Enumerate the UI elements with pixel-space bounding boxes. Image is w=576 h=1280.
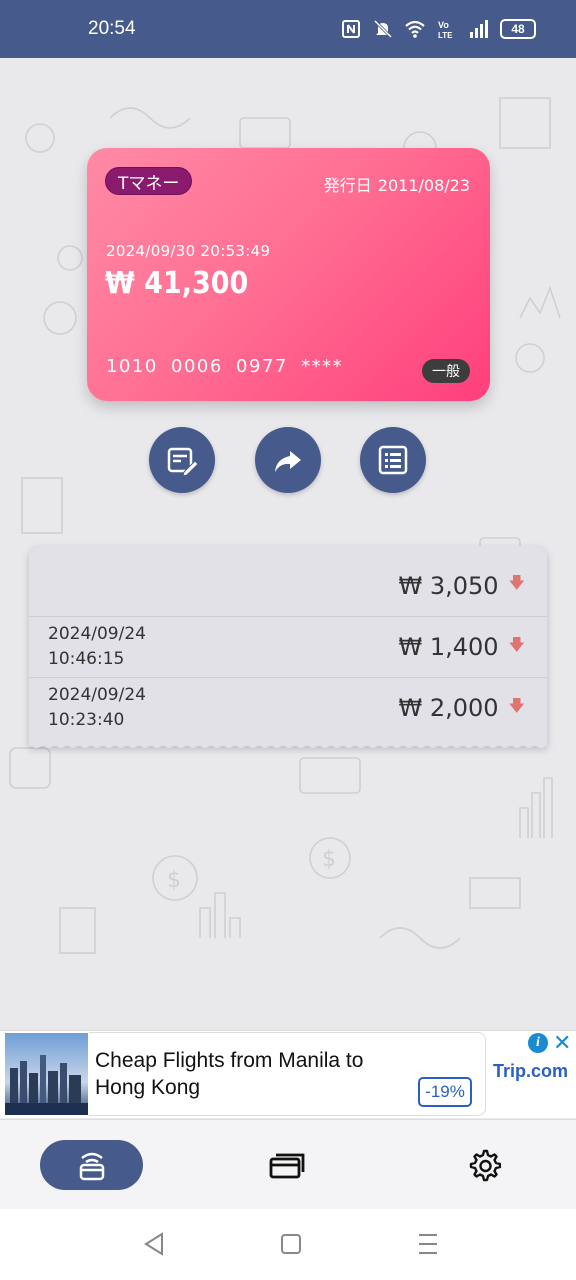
history-row[interactable]: ₩ 3,050 🡇 bbox=[29, 555, 547, 616]
row-amount-value: ₩ 2,000 bbox=[398, 694, 499, 722]
arrow-down-icon: 🡇 bbox=[508, 573, 525, 592]
back-icon[interactable] bbox=[142, 1231, 166, 1257]
menu-icon[interactable] bbox=[417, 1231, 439, 1257]
ad-discount-badge: -19% bbox=[418, 1077, 472, 1107]
edit-note-icon bbox=[167, 447, 199, 477]
bottom-nav bbox=[0, 1119, 576, 1209]
row-date-value: 2024/09/24 bbox=[48, 685, 146, 705]
row-amount: ₩ 3,050 🡇 bbox=[398, 572, 525, 600]
tmoney-card[interactable]: Tマネー 発行日 2011/08/23 2024/09/30 20:53:49 ₩… bbox=[87, 148, 490, 401]
battery-icon: 48 bbox=[500, 19, 536, 39]
row-amount: ₩ 1,400 🡇 bbox=[398, 633, 525, 661]
ad-info-icon[interactable]: i bbox=[528, 1033, 548, 1053]
ad-image[interactable] bbox=[5, 1033, 88, 1115]
list-icon bbox=[378, 445, 408, 475]
ad-close-icon[interactable]: ✕ bbox=[553, 1031, 571, 1056]
history-list-button[interactable] bbox=[360, 427, 426, 493]
issue-label: 発行日 bbox=[323, 176, 372, 195]
mute-icon bbox=[373, 19, 393, 39]
row-amount-value: ₩ 3,050 bbox=[398, 571, 499, 600]
card-balance: ₩ 41,300 bbox=[105, 266, 249, 301]
system-nav-bar bbox=[0, 1209, 576, 1280]
home-icon[interactable] bbox=[280, 1231, 302, 1257]
card-reader-icon bbox=[79, 1152, 104, 1181]
row-date: 2024/09/24 10:46:15 bbox=[48, 622, 146, 672]
ad-banner[interactable]: Cheap Flights from Manila to Hong Kong -… bbox=[0, 1030, 576, 1118]
row-amount: ₩ 2,000 🡇 bbox=[398, 694, 525, 722]
status-time: 20:54 bbox=[88, 18, 136, 39]
history-row[interactable]: 2024/09/24 10:23:40 ₩ 2,000 🡇 bbox=[29, 677, 547, 738]
volte-icon: VoLTE bbox=[438, 20, 453, 40]
card-grade-badge: 一般 bbox=[422, 359, 470, 383]
svg-text:LTE: LTE bbox=[438, 31, 453, 40]
edit-button[interactable] bbox=[149, 427, 215, 493]
row-date: 2024/09/24 10:23:40 bbox=[48, 683, 146, 733]
share-arrow-icon bbox=[275, 451, 301, 472]
gear-icon bbox=[469, 1149, 501, 1182]
card-number: 1010 0006 0977 **** bbox=[106, 356, 344, 377]
nfc-icon bbox=[342, 20, 360, 38]
status-bar: 20:54 Vo LTE 48 bbox=[0, 0, 576, 58]
svg-text:Vo: Vo bbox=[438, 20, 449, 30]
card-issue-date: 発行日 2011/08/23 bbox=[324, 172, 470, 196]
cards-stack-icon bbox=[269, 1153, 305, 1179]
arrow-down-icon: 🡇 bbox=[508, 634, 525, 654]
row-date-value: 2024/09/24 bbox=[48, 624, 146, 644]
signal-icon bbox=[470, 20, 488, 38]
card-last-updated: 2024/09/30 20:53:49 bbox=[106, 242, 271, 260]
history-row[interactable]: 2024/09/24 10:46:15 ₩ 1,400 🡇 bbox=[29, 616, 547, 677]
svg-text:$: $ bbox=[322, 847, 336, 872]
share-button[interactable] bbox=[255, 427, 321, 493]
ad-brand-logo[interactable]: Trip.com bbox=[493, 1061, 568, 1082]
wifi-icon bbox=[405, 20, 425, 38]
svg-text:$: $ bbox=[167, 868, 181, 893]
row-time-value: 10:23:40 bbox=[48, 710, 125, 730]
arrow-down-icon: 🡇 bbox=[508, 695, 525, 715]
issue-date-value: 2011/08/23 bbox=[377, 176, 470, 195]
nav-card-reader[interactable] bbox=[40, 1140, 143, 1190]
ad-title[interactable]: Cheap Flights from Manila to Hong Kong bbox=[95, 1047, 415, 1101]
row-time-value: 10:46:15 bbox=[48, 649, 125, 669]
card-type-badge: Tマネー bbox=[105, 167, 193, 195]
transaction-history: ₩ 3,050 🡇 2024/09/24 10:46:15 ₩ 1,400 🡇 … bbox=[29, 546, 547, 746]
nav-settings[interactable] bbox=[458, 1140, 510, 1190]
nav-cards[interactable] bbox=[262, 1140, 314, 1190]
status-icons: Vo LTE 48 bbox=[340, 18, 536, 40]
row-amount-value: ₩ 1,400 bbox=[398, 633, 499, 661]
receipt-edge bbox=[29, 738, 547, 748]
